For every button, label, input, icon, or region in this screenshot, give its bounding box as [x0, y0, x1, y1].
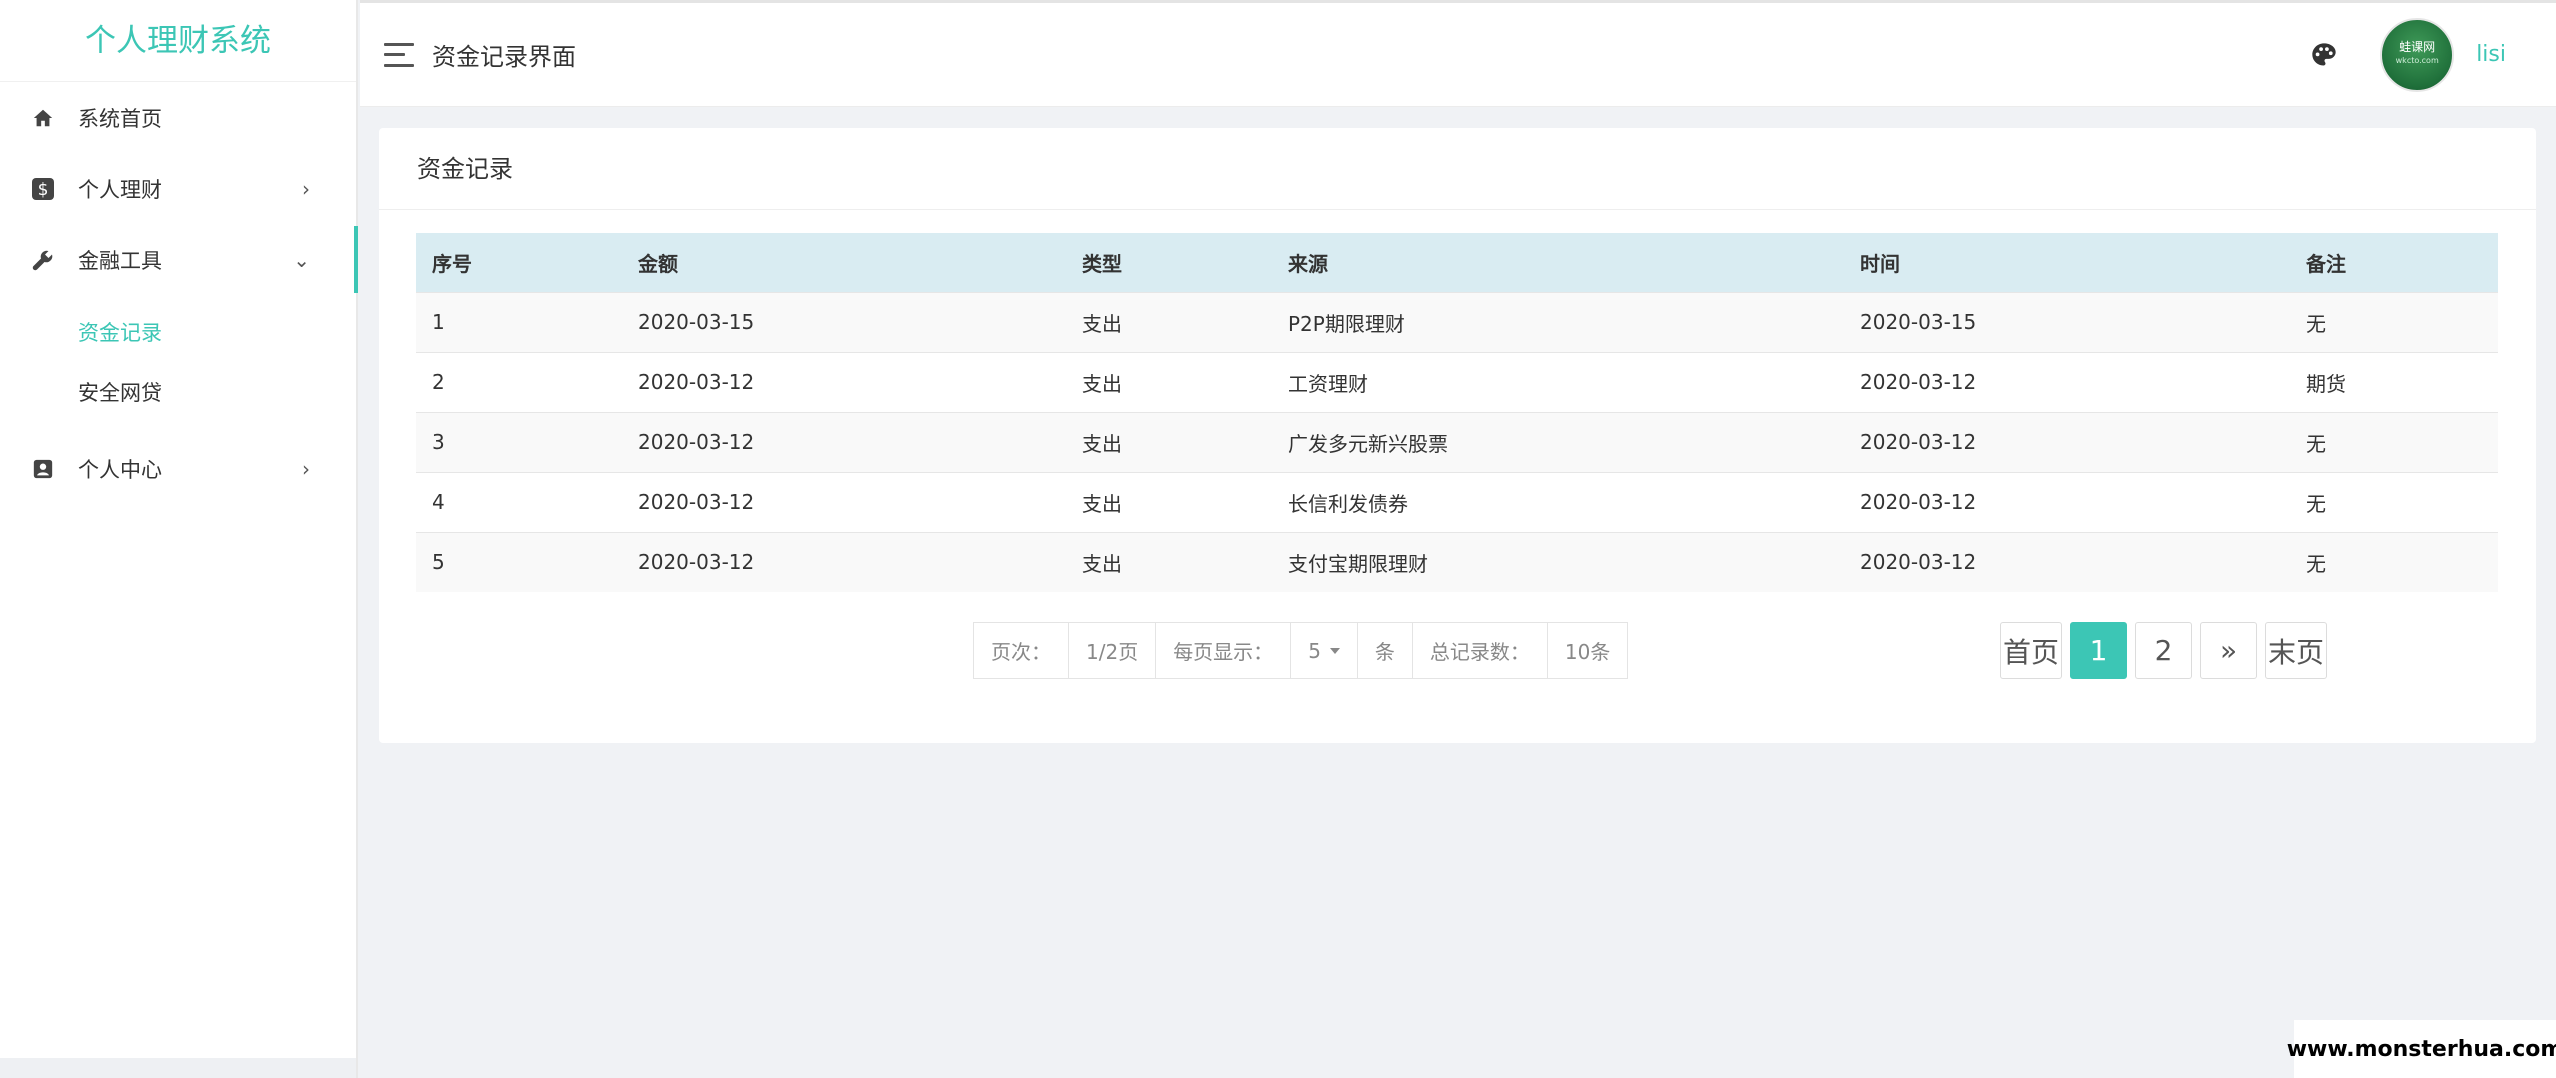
table-row: 1 2020-03-15 支出 P2P期限理财 2020-03-15 无	[416, 292, 2498, 352]
table-row: 3 2020-03-12 支出 广发多元新兴股票 2020-03-12 无	[416, 412, 2498, 472]
svg-text:$: $	[38, 180, 49, 200]
sidebar-item-home[interactable]: 系统首页	[0, 82, 356, 153]
cell-time: 2020-03-12	[1860, 430, 1977, 454]
cell-remark: 期货	[2306, 371, 2346, 396]
menu-toggle-icon[interactable]	[384, 42, 414, 67]
table-header-row: 序号 金额 类型 来源 时间 备注	[416, 233, 2498, 292]
cell-type: 支出	[1082, 431, 1122, 456]
fund-records-card: 资金记录 序号 金额 类型 来源 时间 备注 1 2020-03-15 支出 P…	[379, 128, 2536, 743]
cell-index: 3	[432, 430, 445, 454]
watermark: www.monsterhua.com	[2287, 1020, 2556, 1078]
username-link[interactable]: lisi	[2476, 42, 2506, 67]
pagination-info: 页次： 1/2页 每页显示： 5 条 总记录数： 10条	[973, 622, 1629, 679]
sidebar-item-personal-center[interactable]: 个人中心 ›	[0, 433, 356, 504]
caret-down-icon	[1329, 647, 1340, 654]
cell-remark: 无	[2306, 491, 2326, 516]
column-header-type: 类型	[1082, 251, 1122, 276]
finance-tools-submenu: 资金记录 安全网贷	[0, 295, 356, 433]
cell-time: 2020-03-12	[1860, 550, 1977, 575]
sidebar-item-personal-finance[interactable]: $ 个人理财 ›	[0, 153, 356, 224]
wrench-icon	[30, 247, 56, 273]
per-page-select[interactable]: 5	[1290, 622, 1358, 679]
sidebar-item-label: 金融工具	[78, 248, 162, 273]
cell-source: 广发多元新兴股票	[1288, 431, 1448, 456]
chevron-right-icon: ›	[302, 176, 310, 201]
cell-type: 支出	[1082, 371, 1122, 396]
cell-amount: 2020-03-12	[638, 550, 755, 575]
sidebar-subitem-fund-records[interactable]: 资金记录	[0, 303, 356, 363]
cell-time: 2020-03-12	[1860, 370, 1977, 394]
page-button-1[interactable]: 1	[2070, 622, 2128, 679]
next-page-button[interactable]: »	[2200, 622, 2258, 679]
dollar-icon: $	[30, 176, 56, 202]
column-header-source: 来源	[1288, 251, 1328, 276]
top-header: 资金记录界面 蛙课网 wkcto.com lisi	[360, 0, 2556, 107]
cell-index: 5	[432, 550, 445, 575]
column-header-remark: 备注	[2306, 251, 2346, 276]
chevron-right-icon: ›	[302, 456, 310, 481]
fund-records-table: 序号 金额 类型 来源 时间 备注 1 2020-03-15 支出 P2P期限理…	[416, 233, 2498, 592]
cell-type: 支出	[1082, 311, 1122, 336]
first-page-button[interactable]: 首页	[2000, 622, 2063, 679]
cell-time: 2020-03-12	[1860, 490, 1977, 514]
cell-remark: 无	[2306, 431, 2326, 456]
home-icon	[30, 105, 56, 131]
per-page-value: 5	[1308, 638, 1321, 663]
per-page-unit: 条	[1356, 622, 1413, 679]
page-button-2[interactable]: 2	[2135, 622, 2193, 679]
sidebar-item-finance-tools[interactable]: 金融工具 ⌄	[0, 224, 358, 295]
cell-amount: 2020-03-12	[638, 430, 755, 454]
sidebar-subitem-safe-loan[interactable]: 安全网贷	[0, 363, 356, 423]
cell-index: 4	[432, 490, 445, 514]
sidebar-item-label: 系统首页	[78, 106, 162, 131]
avatar-logo-text: 蛙课网	[2399, 39, 2436, 54]
cell-index: 1	[432, 310, 445, 334]
cell-amount: 2020-03-12	[638, 370, 755, 394]
user-card-icon	[30, 456, 56, 482]
table-row: 2 2020-03-12 支出 工资理财 2020-03-12 期货	[416, 352, 2498, 412]
column-header-time: 时间	[1860, 251, 1900, 276]
cell-source: 支付宝期限理财	[1288, 551, 1428, 576]
table-row: 4 2020-03-12 支出 长信利发债券 2020-03-12 无	[416, 472, 2498, 532]
cell-amount: 2020-03-15	[638, 310, 755, 334]
last-page-button[interactable]: 末页	[2265, 622, 2328, 679]
table-row: 5 2020-03-12 支出 支付宝期限理财 2020-03-12 无	[416, 532, 2498, 592]
avatar[interactable]: 蛙课网 wkcto.com	[2380, 17, 2455, 92]
cell-source: 长信利发债券	[1288, 491, 1408, 516]
sidebar-item-label: 个人理财	[78, 177, 162, 202]
total-label: 总记录数：	[1411, 622, 1548, 679]
avatar-logo-sub: wkcto.com	[2395, 55, 2439, 65]
sidebar-footer	[0, 1058, 356, 1078]
cell-source: P2P期限理财	[1288, 311, 1405, 336]
palette-icon[interactable]	[2310, 41, 2338, 69]
card-title: 资金记录	[379, 128, 2536, 210]
page-label: 页次：	[973, 622, 1069, 679]
cell-time: 2020-03-15	[1860, 310, 1977, 334]
page-value: 1/2页	[1068, 622, 1157, 679]
cell-remark: 无	[2306, 551, 2326, 576]
per-page-label: 每页显示：	[1155, 622, 1292, 679]
column-header-index: 序号	[432, 251, 472, 276]
cell-source: 工资理财	[1288, 371, 1368, 396]
cell-amount: 2020-03-12	[638, 490, 755, 514]
column-header-amount: 金额	[638, 251, 678, 276]
sidebar: 个人理财系统 系统首页 $ 个人理财 › 金融工具 ⌄ 资金记录 安全网贷 个人…	[0, 0, 358, 1078]
cell-remark: 无	[2306, 311, 2326, 336]
cell-index: 2	[432, 370, 445, 394]
cell-type: 支出	[1082, 551, 1122, 576]
pagination: 首页 1 2 » 末页	[2000, 622, 2335, 679]
cell-type: 支出	[1082, 491, 1122, 516]
app-title: 个人理财系统	[0, 0, 356, 82]
sidebar-item-label: 个人中心	[78, 457, 162, 482]
chevron-down-icon: ⌄	[293, 247, 310, 272]
total-value: 10条	[1546, 622, 1629, 679]
page-title: 资金记录界面	[432, 43, 576, 71]
